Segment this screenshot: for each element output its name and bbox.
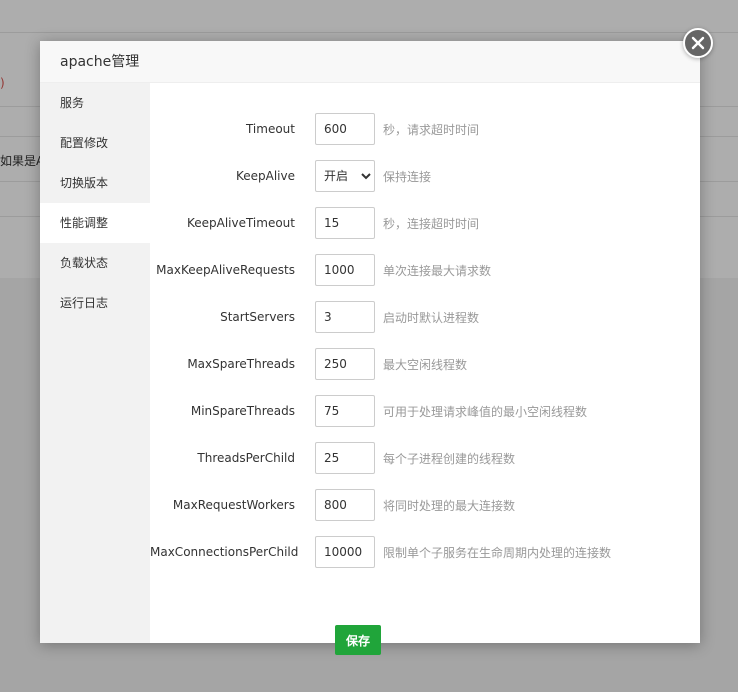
save-button[interactable]: 保存	[335, 625, 381, 655]
field-hint: 每个子进程创建的线程数	[383, 451, 516, 466]
close-icon	[691, 36, 705, 50]
field-hint: 秒，请求超时时间	[383, 122, 480, 137]
field-hint: 单次连接最大请求数	[383, 263, 492, 278]
form-row-max-keepalive-requests: MaxKeepAliveRequests 单次连接最大请求数	[150, 254, 700, 286]
apache-manager-dialog: apache管理 服务 配置修改 切换版本 性能调整 负载状态 运行日志 Tim…	[40, 41, 700, 655]
field-label: KeepAlive	[235, 169, 295, 183]
field-hint: 限制单个子服务在生命周期内处理的连接数	[383, 545, 612, 560]
sidebar: 服务 配置修改 切换版本 性能调整 负载状态 运行日志	[40, 83, 150, 643]
field-label: KeepAliveTimeout	[186, 216, 295, 230]
field-hint: 将同时处理的最大连接数	[383, 498, 516, 513]
threads-per-child-input[interactable]	[315, 442, 375, 474]
max-spare-threads-input[interactable]	[315, 348, 375, 380]
form-row-max-spare-threads: MaxSpareThreads 最大空闲线程数	[150, 348, 700, 380]
field-hint: 最大空闲线程数	[383, 357, 468, 372]
form-row-max-connections-per-child: MaxConnectionsPerChild 限制单个子服务在生命周期内处理的连…	[150, 536, 700, 568]
field-hint: 保持连接	[383, 169, 432, 184]
dialog-title: apache管理	[40, 41, 700, 83]
sidebar-item-version[interactable]: 切换版本	[40, 163, 150, 203]
sidebar-item-logs[interactable]: 运行日志	[40, 283, 150, 323]
field-hint: 启动时默认进程数	[383, 310, 480, 325]
field-label: MinSpareThreads	[190, 404, 295, 418]
keepalive-timeout-input[interactable]	[315, 207, 375, 239]
field-hint: 可用于处理请求峰值的最小空闲线程数	[383, 404, 588, 419]
sidebar-item-service[interactable]: 服务	[40, 83, 150, 123]
keepalive-select[interactable]: 开启	[315, 160, 375, 192]
max-request-workers-input[interactable]	[315, 489, 375, 521]
form-row-threads-per-child: ThreadsPerChild 每个子进程创建的线程数	[150, 442, 700, 474]
close-button[interactable]	[683, 28, 713, 58]
field-label: Timeout	[245, 122, 295, 136]
form-row-start-servers: StartServers 启动时默认进程数	[150, 301, 700, 333]
form-row-max-request-workers: MaxRequestWorkers 将同时处理的最大连接数	[150, 489, 700, 521]
max-connections-per-child-input[interactable]	[315, 536, 375, 568]
field-label: ThreadsPerChild	[197, 451, 295, 465]
form-row-keepalive: KeepAlive 开启 保持连接	[150, 160, 700, 192]
timeout-input[interactable]	[315, 113, 375, 145]
start-servers-input[interactable]	[315, 301, 375, 333]
performance-form: Timeout 秒，请求超时时间 KeepAlive 开启 保持连接 KeepA…	[150, 83, 700, 655]
sidebar-item-performance[interactable]: 性能调整	[40, 203, 150, 243]
field-label: StartServers	[220, 310, 295, 324]
min-spare-threads-input[interactable]	[315, 395, 375, 427]
field-label: MaxKeepAliveRequests	[156, 263, 295, 277]
form-row-min-spare-threads: MinSpareThreads 可用于处理请求峰值的最小空闲线程数	[150, 395, 700, 427]
sidebar-item-load-status[interactable]: 负载状态	[40, 243, 150, 283]
max-keepalive-requests-input[interactable]	[315, 254, 375, 286]
field-label: MaxConnectionsPerChild	[150, 545, 299, 559]
sidebar-item-config[interactable]: 配置修改	[40, 123, 150, 163]
field-label: MaxSpareThreads	[187, 357, 295, 371]
form-row-keepalive-timeout: KeepAliveTimeout 秒，连接超时时间	[150, 207, 700, 239]
form-row-timeout: Timeout 秒，请求超时时间	[150, 113, 700, 145]
field-hint: 秒，连接超时时间	[383, 216, 480, 231]
field-label: MaxRequestWorkers	[172, 498, 295, 512]
